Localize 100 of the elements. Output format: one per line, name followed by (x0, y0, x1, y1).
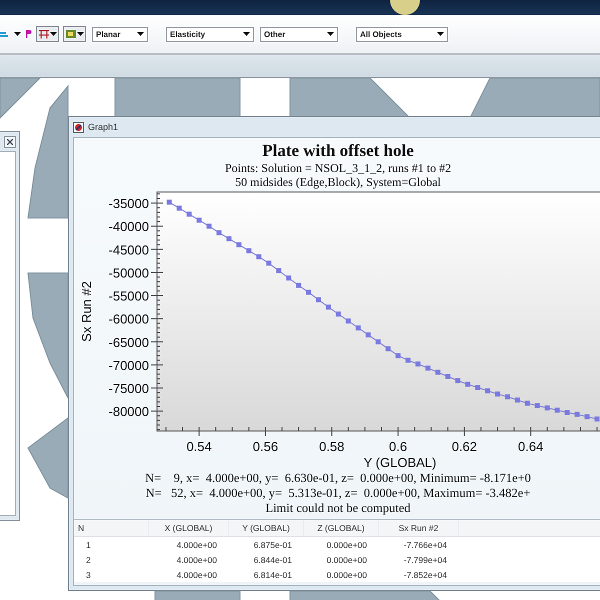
data-point (474, 385, 480, 390)
caret-icon (327, 32, 334, 36)
data-point (584, 414, 590, 420)
data-point (335, 312, 340, 317)
data-point (345, 318, 350, 324)
axis-tick-label: -45000 (108, 242, 148, 258)
data-point (206, 224, 212, 229)
grid-icon (38, 30, 50, 38)
p-icon[interactable] (25, 30, 32, 38)
data-point (355, 325, 360, 330)
data-point (286, 275, 291, 280)
column-header: N (74, 520, 149, 537)
column-header: Z (GLOBAL) (304, 520, 379, 537)
data-point (414, 361, 420, 366)
axis-tick-label: 0.64 (518, 439, 543, 454)
data-point (514, 398, 520, 403)
table-cell-text: 6.875e-01 (252, 538, 293, 552)
caret-icon (137, 32, 144, 36)
data-point (484, 388, 490, 394)
data-point (325, 304, 330, 310)
caret-icon (437, 32, 444, 36)
caret-icon (50, 32, 57, 36)
close-icon (7, 139, 13, 145)
table-cell-text: 2 (85, 554, 92, 566)
axis-tick-label: -55000 (108, 288, 148, 304)
data-point (365, 332, 370, 338)
axis-tick-label: 0.58 (318, 439, 344, 454)
dropdown[interactable]: All Objects (356, 26, 448, 42)
axis-tick-label: -60000 (108, 312, 148, 327)
data-point (434, 370, 440, 375)
data-point (544, 405, 550, 410)
data-point (236, 242, 241, 248)
data-point (246, 248, 251, 254)
axis-tick-label: 0.62 (451, 439, 477, 454)
column-header: Sx Run #2 (379, 520, 459, 537)
dropdown[interactable]: Elasticity (166, 26, 254, 42)
app-icon (73, 122, 84, 132)
axis-title: Sx Run #2 (78, 281, 94, 342)
data-point (524, 400, 530, 406)
data-point (574, 412, 580, 417)
table-cell-text: 0.000e+00 (326, 568, 368, 582)
data-point (405, 358, 410, 363)
data-point (464, 382, 470, 387)
data-point (375, 339, 380, 344)
table-cell-text: 0.000e+00 (326, 554, 368, 566)
axis-tick-label: -50000 (108, 265, 148, 280)
axis-tick-label: 0.56 (252, 439, 278, 454)
info-line: N= 9, x= 4.000e+00, y= 6.630e-01, z= 0.000e+00, Minimum= -8.171e+0 (145, 471, 531, 486)
caret-icon (243, 32, 250, 36)
square-icon (65, 29, 77, 39)
chart-subtitle: Points: Solution = NSOL_3_1_2, runs #1 to #2 (224, 161, 452, 175)
data-point (196, 218, 202, 223)
chart-title: Plate with offset hole (262, 141, 414, 161)
column-header: Y (GLOBAL) (229, 520, 304, 537)
axis-tick-label: -40000 (108, 219, 148, 234)
data-point (186, 212, 192, 217)
toolbar-icon-button[interactable] (63, 26, 86, 42)
table-cell-text: 4.000e+00 (176, 568, 218, 582)
axis-tick-label: -80000 (108, 404, 148, 420)
data-point (534, 403, 540, 408)
dropdown[interactable]: Planar (92, 26, 148, 42)
close-button[interactable] (4, 136, 16, 148)
data-point (166, 200, 172, 205)
data-point (554, 408, 560, 413)
toolbar-icon[interactable] (0, 29, 10, 39)
data-point (226, 236, 231, 242)
data-point (454, 378, 460, 384)
info-line: Limit could not be computed (265, 501, 411, 516)
info-line: N= 52, x= 4.000e+00, y= 5.313e-01, z= 0.000e+00, Maximum= -3.482e+ (146, 486, 530, 501)
data-point (315, 297, 320, 302)
data-point (395, 353, 400, 358)
table-cell-text: -7.852e+04 (402, 568, 448, 582)
caret-icon (77, 32, 84, 36)
dropdown[interactable]: Other (260, 26, 338, 42)
data-point (296, 282, 301, 288)
axis-tick-label: -65000 (108, 334, 148, 350)
data-point (594, 416, 600, 422)
table-cell-text: -7.799e+04 (402, 554, 448, 566)
toolbar-icon-button[interactable] (36, 26, 59, 42)
axis-title: Y (GLOBAL) (363, 455, 436, 470)
data-point (276, 268, 281, 274)
axis-tick-label: -75000 (108, 381, 148, 396)
table-cell-text: 4.000e+00 (176, 538, 218, 552)
data-point (306, 290, 311, 295)
data-point (504, 394, 510, 400)
data-point (424, 366, 430, 371)
data-point (216, 230, 221, 236)
table-cell-text: -7.766e+04 (402, 538, 448, 552)
data-point (494, 392, 500, 397)
table-cell-text: 1 (85, 538, 92, 552)
column-header: X (GLOBAL) (149, 520, 229, 537)
axis-tick-label: -70000 (108, 358, 148, 373)
table-cell-text: 3 (85, 568, 92, 582)
data-point (385, 346, 390, 352)
chart-subtitle: 50 midsides (Edge,Block), System=Global (235, 175, 441, 189)
data-point (266, 260, 271, 266)
window-title: Graph1 (88, 122, 118, 132)
axis-tick-label: 0.54 (186, 439, 212, 454)
table-cell-text: 0.000e+00 (326, 538, 368, 552)
data-point (176, 206, 182, 211)
